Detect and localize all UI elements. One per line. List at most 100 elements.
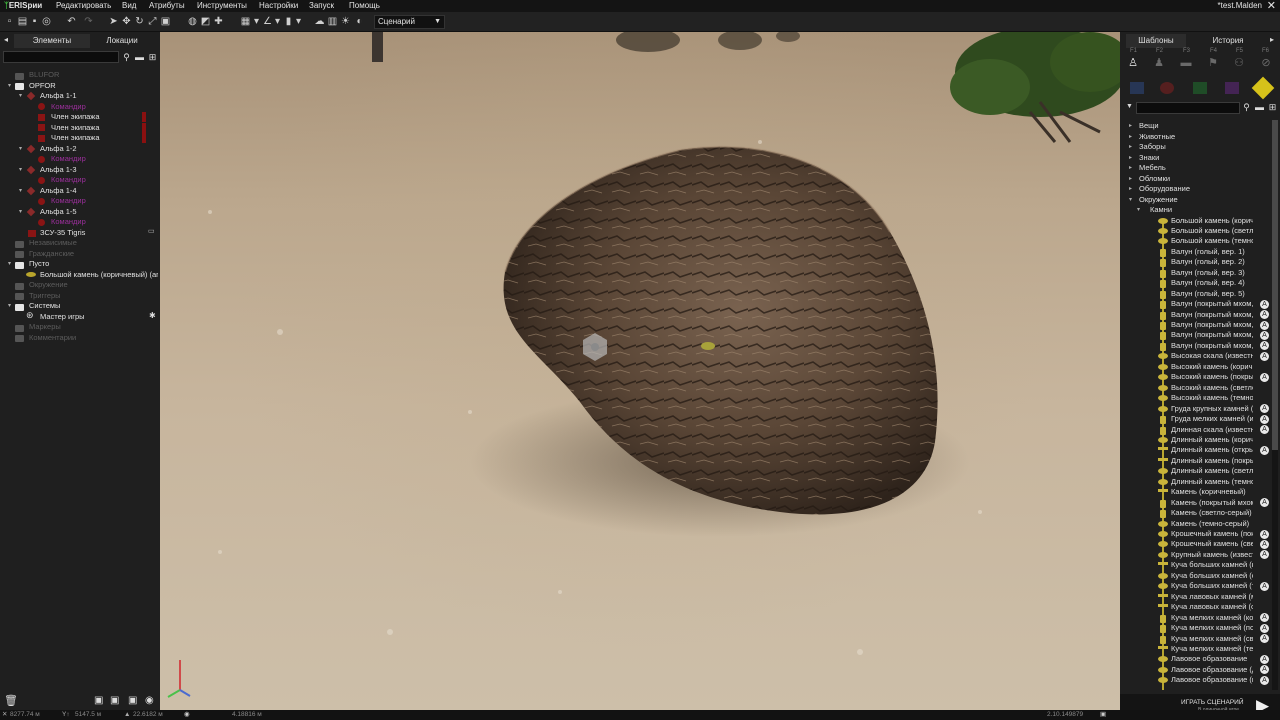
- menu-attributes[interactable]: Атрибуты: [149, 0, 185, 12]
- vision-mode-icon[interactable]: ◐: [354, 16, 365, 27]
- asset-subcategory[interactable]: Камни: [1150, 205, 1172, 215]
- asset-item[interactable]: Валун (голый, вер. 1): [1171, 247, 1253, 257]
- asset-item[interactable]: Камень (темно-серый): [1171, 519, 1253, 529]
- dropdown-icon[interactable]: ▾: [272, 16, 283, 27]
- chevron-down-icon[interactable]: ▼: [1126, 103, 1133, 110]
- tree-item-comments[interactable]: Комментарии: [29, 333, 76, 343]
- tree-item-vehicle[interactable]: ЗСУ-35 Tigris: [40, 228, 85, 238]
- asset-item[interactable]: Камень (коричневый): [1171, 487, 1253, 497]
- asset-category[interactable]: Окружение: [1139, 195, 1178, 205]
- tree-item-triggers[interactable]: Триггеры: [29, 291, 61, 301]
- dropdown-icon[interactable]: ▾: [251, 16, 262, 27]
- expand-icon[interactable]: ▾: [19, 207, 22, 217]
- asset-item[interactable]: Куча мелких камней (темно-серы: [1171, 644, 1253, 654]
- asset-item[interactable]: Длинный камень (покрыть: [1171, 456, 1253, 466]
- triggers-category-icon[interactable]: ⊘: [1260, 57, 1272, 69]
- asset-item[interactable]: Груда крупных камней (из: [1171, 404, 1253, 414]
- tree-item-unit[interactable]: Командир: [51, 175, 86, 185]
- asset-item[interactable]: Груда мелких камней (изв: [1171, 414, 1253, 424]
- asset-item[interactable]: Крупный камень (известня: [1171, 550, 1253, 560]
- tree-item-group[interactable]: Альфа 1-5: [40, 207, 77, 217]
- entities-search-input[interactable]: [3, 51, 119, 63]
- dropdown-icon[interactable]: ▾: [293, 16, 304, 27]
- asset-item[interactable]: Лавовое образование (кор: [1171, 675, 1253, 685]
- asset-item[interactable]: Куча лавовых камней (маг: [1171, 592, 1253, 602]
- asset-item[interactable]: Большой камень (темно-серый): [1171, 236, 1253, 246]
- surface-snap-icon[interactable]: ◩: [200, 16, 211, 27]
- rotate-tool-icon[interactable]: ↻: [134, 16, 145, 27]
- side-civilian-swatch[interactable]: [1225, 82, 1239, 94]
- trash-icon[interactable]: 🗑: [4, 694, 18, 707]
- expand-all-icon[interactable]: ⊞: [147, 52, 158, 63]
- scroll-thumb[interactable]: [1272, 120, 1278, 450]
- collapse-all-icon[interactable]: ▬: [134, 52, 145, 63]
- asset-item[interactable]: Высокая скала (известняк: [1171, 351, 1253, 361]
- globe-icon[interactable]: ◍: [187, 16, 198, 27]
- tree-item-opfor[interactable]: OPFOR: [29, 81, 56, 91]
- asset-item[interactable]: Лавовое образование: [1171, 654, 1253, 664]
- expand-icon[interactable]: ▾: [8, 301, 11, 311]
- asset-item[interactable]: Высокий камень (светло-серый): [1171, 383, 1253, 393]
- scale-tool-icon[interactable]: ⤢: [147, 16, 158, 27]
- waypoints-category-icon[interactable]: ⚑: [1207, 57, 1219, 69]
- asset-item[interactable]: Куча мелких камней (покры: [1171, 623, 1253, 633]
- layer-icon[interactable]: ▣: [110, 695, 119, 706]
- menu-edit[interactable]: Редактировать: [56, 0, 111, 12]
- collapse-all-icon[interactable]: ▬: [1254, 102, 1265, 113]
- tree-item-object[interactable]: Большой камень (коричневый) (ars_S: [40, 270, 158, 280]
- textures-icon[interactable]: ▥: [327, 16, 338, 27]
- tree-item-group[interactable]: Альфа 1-3: [40, 165, 77, 175]
- side-blufor-swatch[interactable]: [1130, 82, 1144, 94]
- tree-item-civilian[interactable]: Гражданские: [29, 249, 74, 259]
- markers-category-icon[interactable]: ⚇: [1233, 57, 1245, 69]
- redo-icon[interactable]: ↷: [83, 16, 94, 27]
- asset-item[interactable]: Длинный камень (светло-серый): [1171, 466, 1253, 476]
- area-tool-icon[interactable]: ▣: [160, 16, 171, 27]
- close-icon[interactable]: ✕: [1267, 0, 1276, 12]
- menu-help[interactable]: Помощь: [349, 0, 380, 12]
- modules-category-icon[interactable]: ▬: [1180, 57, 1192, 69]
- lighting-icon[interactable]: ☀: [340, 16, 351, 27]
- expand-icon[interactable]: ▾: [8, 259, 11, 269]
- new-file-icon[interactable]: ▫: [4, 16, 15, 27]
- tree-item-independent[interactable]: Независимые: [29, 238, 77, 248]
- menu-tools[interactable]: Инструменты: [197, 0, 247, 12]
- asset-item[interactable]: Куча больших камней (коричн: [1171, 560, 1253, 570]
- asset-item[interactable]: Куча мелких камней (светло-сер: [1171, 634, 1253, 644]
- expand-icon[interactable]: ▾: [19, 186, 22, 196]
- undo-icon[interactable]: ↶: [66, 16, 77, 27]
- asset-scrollbar[interactable]: [1272, 120, 1278, 690]
- asset-category[interactable]: Заборы: [1139, 142, 1166, 152]
- tree-item-unit[interactable]: Командир: [51, 102, 86, 112]
- units-category-icon[interactable]: ♙: [1127, 57, 1139, 69]
- asset-item[interactable]: Камень (покрытый мхом): [1171, 498, 1253, 508]
- asset-item[interactable]: Крошечный камень (светло-сер: [1171, 539, 1253, 549]
- asset-item[interactable]: Валун (покрытый мхом, ве: [1171, 320, 1253, 330]
- tab-locations[interactable]: Локации: [84, 34, 160, 48]
- tree-item-unit[interactable]: Командир: [51, 154, 86, 164]
- asset-category[interactable]: Вещи: [1139, 121, 1159, 131]
- grid-icon[interactable]: ▦: [240, 16, 251, 27]
- settings-icon[interactable]: ✱: [149, 311, 156, 320]
- side-independent-swatch[interactable]: [1193, 82, 1207, 94]
- asset-category[interactable]: Мебель: [1139, 163, 1166, 173]
- asset-item[interactable]: Высокий камень (коричневый): [1171, 362, 1253, 372]
- asset-item[interactable]: Высокий камень (покрыты: [1171, 372, 1253, 382]
- tree-item-group[interactable]: Альфа 1-4: [40, 186, 77, 196]
- asset-item[interactable]: Валун (голый, вер. 4): [1171, 278, 1253, 288]
- mode-select[interactable]: Сценарий ▼: [374, 15, 445, 29]
- assets-search-input[interactable]: [1136, 102, 1240, 114]
- asset-item[interactable]: Валун (покрытый мхом, ве: [1171, 330, 1253, 340]
- side-empty-swatch[interactable]: [1251, 76, 1275, 100]
- asset-item[interactable]: Куча лавовых камней (оче: [1171, 602, 1253, 612]
- expand-icon[interactable]: ▾: [8, 81, 11, 91]
- tab-elements[interactable]: Элементы: [14, 34, 90, 48]
- vertical-mode-icon[interactable]: ✚: [213, 16, 224, 27]
- side-opfor-swatch[interactable]: [1160, 82, 1174, 94]
- 3d-viewport[interactable]: [160, 32, 1120, 710]
- asset-item[interactable]: Валун (голый, вер. 5): [1171, 289, 1253, 299]
- asset-item[interactable]: Валун (покрытый мхом, ве: [1171, 310, 1253, 320]
- menu-play[interactable]: Запуск: [309, 0, 334, 12]
- tree-item-environment[interactable]: Окружение: [29, 280, 68, 290]
- tree-item-game-master[interactable]: Мастер игры: [40, 312, 85, 322]
